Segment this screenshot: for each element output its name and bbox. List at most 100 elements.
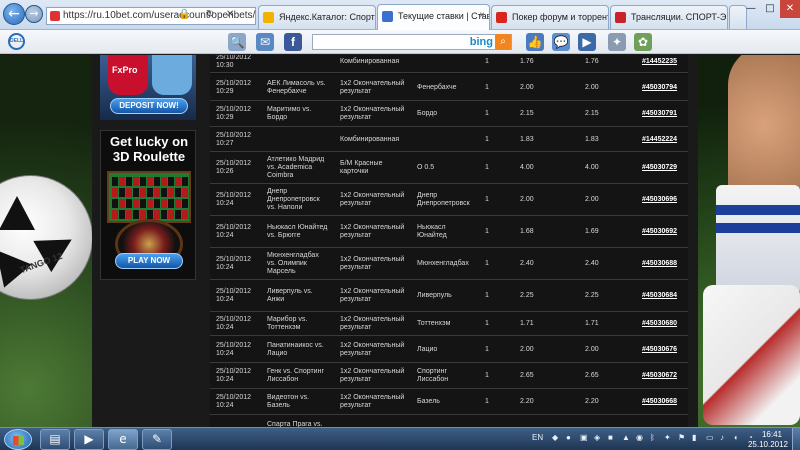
roulette-cell [154, 199, 160, 208]
bet-market: 1x2 Окончательный результат [340, 224, 405, 239]
bet-event: Генк vs. Спортинг Лиссабон [267, 368, 324, 383]
bet-selection: Бордо [417, 110, 438, 117]
bet-market: Комбинированная [340, 136, 400, 143]
mail-icon[interactable]: ✉ [256, 33, 274, 51]
tray-app-icon[interactable]: ▲ [622, 433, 630, 442]
bet-market: 1x2 Окончательный результат [340, 368, 405, 383]
tab-yandex[interactable]: Яндекс.Каталог: Спортивная ... [258, 5, 376, 29]
bet-id-link[interactable]: #45030692 [642, 228, 677, 236]
bet-id-link[interactable]: #14452224 [642, 136, 677, 144]
arrow-right-icon: → [29, 7, 39, 20]
tray-app-icon[interactable]: ◐ [734, 433, 739, 442]
tray-app-icon[interactable]: ◆ [552, 433, 558, 442]
roulette-cell [182, 188, 188, 197]
bet-odds: 2.00 [520, 196, 534, 203]
bet-stake: 1 [485, 292, 489, 299]
play-now-button[interactable]: PLAY NOW [115, 253, 183, 269]
apps-icon[interactable]: ✿ [634, 33, 652, 51]
forward-button[interactable]: → [25, 5, 43, 23]
like-icon[interactable]: 👍 [526, 33, 544, 51]
roulette-cell [140, 210, 146, 219]
video-icon[interactable]: ▶ [578, 33, 596, 51]
volume-icon[interactable]: ♪ [720, 433, 724, 442]
bet-id-link[interactable]: #45030672 [642, 372, 677, 380]
roulette-ad-title: Get lucky on 3D Roulette [109, 134, 189, 164]
lock-icon[interactable]: 🔒 [178, 9, 190, 20]
tray-app-icon[interactable]: ◈ [594, 433, 600, 442]
bet-id-link[interactable]: #45030688 [642, 260, 677, 268]
tab-sport-express[interactable]: Трансляции. СПОРТ-ЭКСПРЕ... [610, 5, 728, 29]
sock-stripe [716, 223, 800, 233]
internet-explorer-taskbar-button[interactable]: e [108, 429, 138, 450]
roulette-cell [154, 188, 160, 197]
tray-app-icon[interactable]: ◉ [636, 433, 643, 442]
bet-stake: 1 [485, 372, 489, 379]
media-player-taskbar-button[interactable]: ▶ [74, 429, 104, 450]
start-button[interactable] [4, 429, 32, 450]
roulette-ad-banner[interactable]: Get lucky on 3D Roulette PLAY NOW [100, 130, 196, 280]
bet-id-link[interactable]: #45030684 [642, 292, 677, 300]
bing-search-input[interactable]: bing ⌕ [312, 34, 512, 50]
network-icon[interactable]: ▮ [692, 433, 696, 442]
tools-icon[interactable]: ✦ [608, 33, 626, 51]
background-left: TANGO 12 [0, 55, 93, 427]
search-icon[interactable]: 🔍 [228, 33, 246, 51]
bet-market: 1x2 Окончательный результат [340, 106, 405, 121]
stop-icon[interactable]: ✕ [226, 9, 234, 20]
bet-id-link[interactable]: #45030729 [642, 164, 677, 172]
bet-id-link[interactable]: #45030696 [642, 196, 677, 204]
bet-odds: 2.00 [520, 84, 534, 91]
bet-id-link[interactable]: #45030676 [642, 346, 677, 354]
refresh-icon[interactable]: ↻ [206, 9, 214, 20]
tray-app-icon[interactable]: ✦ [664, 433, 671, 442]
bet-stake: 1 [485, 136, 489, 143]
bet-current-odds: 1.76 [585, 58, 599, 65]
bet-row: 25/10/2012 10:24 Марибор vs. Тоттенхэм 1x2… [210, 312, 688, 336]
tab-poker-forum[interactable]: Покер форум и торрент-трек... [491, 5, 609, 29]
bet-id-link[interactable]: #45030680 [642, 320, 677, 328]
bet-id-link[interactable]: #14452235 [642, 58, 677, 66]
paint-taskbar-button[interactable]: ✎ [142, 429, 172, 450]
flag-icon[interactable]: ⚑ [678, 433, 685, 442]
tray-app-icon[interactable]: ● [566, 433, 571, 442]
clock-time[interactable]: 16:41 [762, 430, 782, 439]
bet-stake: 1 [485, 228, 489, 235]
language-indicator[interactable]: EN [532, 433, 543, 442]
bet-id-link[interactable]: #45030794 [642, 84, 677, 92]
address-bar[interactable]: https://ru.10bet.com/useraccount/openbet… [46, 7, 256, 25]
show-desktop-button[interactable] [792, 428, 800, 450]
tray-app-icon[interactable]: ■ [608, 433, 613, 442]
player-sock-image [716, 185, 800, 295]
maximize-button[interactable]: □ [761, 0, 779, 18]
roulette-cell [112, 188, 118, 197]
deposit-ad-banner[interactable]: FxPro DEPOSIT NOW! [100, 55, 196, 120]
bet-market: Комбинированная [340, 58, 400, 65]
tray-app-icon[interactable]: ▣ [580, 433, 588, 442]
deposit-button[interactable]: DEPOSIT NOW! [110, 98, 188, 114]
roulette-table-image [107, 171, 191, 223]
battery-icon[interactable]: ▭ [706, 433, 714, 442]
bet-current-odds: 2.65 [585, 372, 599, 379]
bet-stake: 1 [485, 320, 489, 327]
facebook-icon[interactable]: f [284, 33, 302, 51]
clock-date[interactable]: 25.10.2012 [748, 440, 788, 449]
back-button[interactable]: ← [3, 3, 25, 25]
minimize-button[interactable]: — [742, 0, 760, 18]
tab-close-icon[interactable]: × [479, 5, 485, 27]
bet-id-link[interactable]: #45030668 [642, 398, 677, 406]
roulette-cell [133, 199, 139, 208]
roulette-cell [133, 210, 139, 219]
player-boot-image [703, 285, 800, 425]
tab-current-bets[interactable]: Текущие ставки | Ставки н... × [377, 4, 490, 30]
bet-event: Ливерпуль vs. Анжи [267, 288, 313, 303]
bluetooth-icon[interactable]: ᛒ [650, 433, 655, 442]
browser-tab-bar: ← → https://ru.10bet.com/useraccount/ope… [0, 0, 800, 30]
close-window-button[interactable]: ✕ [780, 0, 800, 18]
bing-search-button[interactable]: ⌕ [495, 34, 511, 50]
bing-logo: bing [469, 36, 493, 48]
dell-logo[interactable]: DELL [8, 33, 25, 50]
roulette-cell [147, 210, 153, 219]
explorer-taskbar-button[interactable]: ▤ [40, 429, 70, 450]
chat-icon[interactable]: 💬 [552, 33, 570, 51]
bet-id-link[interactable]: #45030791 [642, 110, 677, 118]
